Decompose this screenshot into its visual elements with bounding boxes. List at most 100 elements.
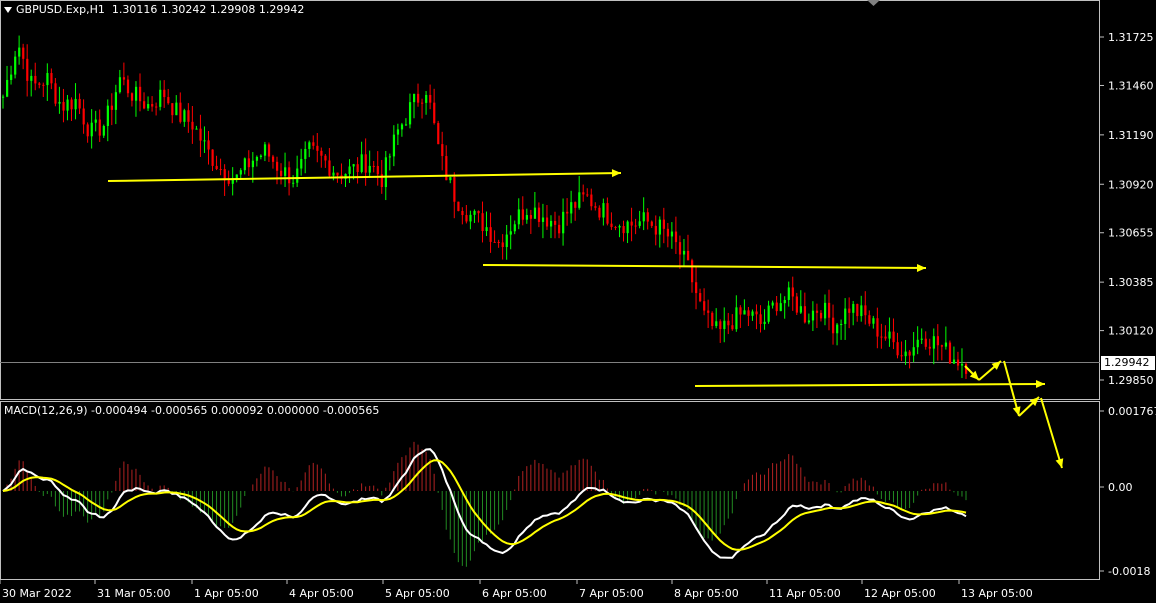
- candle-body: [848, 308, 851, 313]
- candle-body: [388, 156, 392, 158]
- candle-body: [163, 89, 166, 98]
- time-tick-label: 31 Mar 05:00: [97, 587, 170, 600]
- candle-body: [465, 215, 468, 222]
- candle-body: [239, 170, 242, 175]
- candle-body: [537, 207, 541, 222]
- current-price-badge: 1.29942: [1101, 356, 1155, 370]
- candle-body: [54, 83, 57, 104]
- chart-canvas[interactable]: 1.31725 1.31460 1.31190 1.30920 1.30655 1.303…: [0, 0, 1156, 603]
- candle-body: [10, 74, 13, 80]
- candle-body: [118, 77, 122, 93]
- candle-body: [674, 231, 678, 243]
- candle-body: [509, 231, 512, 235]
- candle-body: [715, 321, 718, 327]
- candle-body: [211, 149, 214, 166]
- ohlc-label: 1.30116 1.30242 1.29908 1.29942: [111, 3, 305, 16]
- candle-body: [864, 305, 867, 316]
- dropdown-triangle-icon[interactable]: [4, 7, 12, 13]
- candle-body: [138, 86, 142, 102]
- candle-body: [320, 150, 323, 156]
- candle-body: [686, 250, 690, 261]
- candle-body: [102, 125, 105, 136]
- candle-body: [678, 242, 682, 255]
- candle-body: [614, 227, 617, 229]
- candle-body: [513, 224, 516, 232]
- macd-header: MACD(12,26,9) -0.000494 -0.000565 0.0000…: [4, 404, 379, 417]
- candle-body: [38, 83, 41, 85]
- candle-body: [549, 220, 553, 227]
- price-tick-label: 1.30920: [1108, 178, 1154, 191]
- candle-body: [493, 241, 496, 243]
- candle-body: [558, 224, 561, 234]
- candle-body: [900, 355, 903, 357]
- candle-body: [392, 134, 396, 157]
- candle-body: [658, 219, 661, 235]
- candle-body: [646, 212, 649, 222]
- candle-body: [634, 225, 637, 227]
- candle-body: [14, 56, 17, 75]
- candle-body: [545, 217, 549, 227]
- candle-body: [880, 336, 883, 338]
- candle-body: [642, 212, 645, 222]
- time-tick-label: 13 Apr 05:00: [961, 587, 1033, 600]
- candle-body: [308, 142, 311, 149]
- candle-body: [775, 302, 778, 312]
- candle-body: [90, 122, 93, 137]
- candle-body: [376, 166, 379, 175]
- price-tick-label: 1.31725: [1108, 31, 1154, 44]
- candle-body: [179, 102, 182, 122]
- candle-body: [771, 302, 774, 306]
- time-tick-label: 12 Apr 05:00: [864, 587, 936, 600]
- candle-body: [606, 203, 609, 224]
- candle-body: [292, 182, 295, 184]
- candle-body: [594, 206, 597, 208]
- candle-body: [159, 89, 162, 107]
- candle-body: [304, 148, 307, 159]
- candle-body: [195, 128, 198, 130]
- candle-body: [275, 161, 279, 171]
- candle-body: [425, 94, 428, 103]
- candle-body: [26, 58, 29, 81]
- time-tick-label: 6 Apr 05:00: [482, 587, 547, 600]
- candle-body: [783, 299, 786, 304]
- candle-body: [50, 73, 53, 84]
- macd-tick-label: 0.001767: [1108, 405, 1156, 418]
- candle-body: [263, 144, 267, 156]
- candle-body: [255, 156, 259, 161]
- candle-body: [517, 209, 520, 225]
- candle-body: [259, 155, 263, 157]
- candle-body: [670, 231, 674, 237]
- candle-body: [860, 305, 863, 317]
- candle-body: [82, 108, 85, 125]
- candle-body: [151, 104, 154, 107]
- candle-body: [481, 213, 484, 232]
- candle-body: [920, 338, 923, 340]
- candle-body: [396, 129, 400, 135]
- candle-body: [332, 172, 335, 176]
- candle-body: [433, 102, 436, 124]
- candle-body: [743, 310, 746, 315]
- candle-body: [58, 101, 61, 104]
- candle-body: [751, 311, 754, 316]
- candle-body: [554, 220, 557, 225]
- time-tick-label: 30 Mar 2022: [2, 587, 72, 600]
- candle-body: [98, 119, 101, 136]
- candle-body: [408, 102, 412, 125]
- candle-body: [368, 165, 371, 173]
- candle-body: [582, 192, 585, 195]
- candle-body: [791, 287, 794, 297]
- candle-body: [22, 47, 25, 59]
- candle-body: [562, 211, 565, 234]
- candle-body: [795, 296, 798, 313]
- candle-body: [477, 210, 480, 214]
- candle-body: [143, 101, 146, 109]
- candle-body: [74, 98, 77, 110]
- candle-body: [288, 167, 291, 184]
- candle-body: [529, 215, 533, 219]
- candle-body: [719, 321, 722, 330]
- candle-body: [626, 221, 629, 234]
- candle-body: [421, 102, 424, 104]
- candle-body: [110, 105, 113, 110]
- candle-body: [203, 140, 206, 142]
- candle-body: [908, 351, 911, 356]
